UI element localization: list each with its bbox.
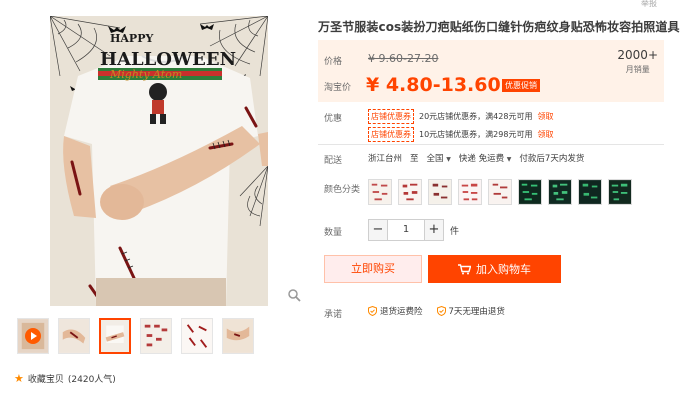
favorite-link[interactable]: ★ 收藏宝贝 (2420人气) [14, 372, 116, 385]
color-swatch[interactable] [458, 179, 482, 205]
color-swatch[interactable] [518, 179, 542, 205]
chevron-down-icon: ▼ [506, 156, 512, 163]
shield-icon [368, 306, 377, 316]
original-price: ¥ 9.60-27.20 [368, 52, 439, 65]
guarantee-text: 7天无理由退货 [448, 307, 505, 317]
quantity-label: 数量 [324, 228, 343, 238]
color-options [368, 179, 632, 205]
ship-from: 浙江台州 [368, 154, 403, 164]
add-to-cart-button[interactable]: 加入购物车 [428, 255, 561, 283]
color-swatch[interactable] [368, 179, 392, 205]
monthly-sales: 2000+ 月销量 [617, 48, 658, 75]
star-icon: ★ [14, 372, 24, 385]
shipping-select[interactable]: 快递 免运费 ▼ [459, 152, 512, 164]
play-icon [25, 328, 41, 344]
add-to-cart-label: 加入购物车 [476, 263, 531, 276]
quantity-increase-button[interactable]: + [424, 219, 444, 241]
color-swatch[interactable] [398, 179, 422, 205]
sales-count: 2000+ [617, 48, 658, 62]
coupon-tag: 店铺优惠券 [368, 109, 414, 124]
shipping-value: 快递 免运费 [458, 154, 505, 164]
guarantee-list: 退货运费险 7天无理由退货 [368, 305, 505, 317]
thumbnail-2[interactable] [58, 318, 90, 354]
thumbnail-4[interactable] [140, 318, 172, 354]
coupon-row: 店铺优惠券 20元店铺优惠券，满428元可用 领取 [368, 109, 553, 124]
guarantee-item[interactable]: 7天无理由退货 [436, 305, 505, 317]
guarantee-text: 退货运费险 [380, 307, 423, 317]
image-text-happy: HAPPY [110, 32, 153, 45]
coupon-text: 20元店铺优惠券，满428元可用 [419, 112, 533, 121]
color-swatch[interactable] [578, 179, 602, 205]
image-text-halloween: HALLOWEEN [100, 49, 236, 70]
ship-to-label: 至 [410, 154, 419, 164]
price-label: 价格 [324, 57, 343, 67]
product-title: 万圣节服装cos装扮刀疤贴纸伤口缝针伤疤纹身贴恐怖妆容拍照道具 [318, 20, 680, 34]
main-product-image[interactable]: HAPPY HALLOWEEN Mighty Atom [50, 16, 268, 306]
ship-to-value: 全国 [426, 154, 444, 164]
thumbnail-3-selected[interactable] [99, 318, 131, 354]
thumbnail-video[interactable] [17, 318, 49, 354]
shield-icon [436, 306, 446, 316]
report-link[interactable]: 举报 [641, 0, 657, 9]
promo-tag: 优惠促销 [502, 79, 540, 92]
claim-coupon-link[interactable]: 领取 [537, 111, 553, 122]
favorite-label: 收藏宝贝 [27, 375, 64, 385]
guarantee-label: 承诺 [324, 310, 343, 320]
quantity-unit: 件 [450, 226, 460, 237]
coupon-label: 优惠 [324, 114, 343, 124]
claim-coupon-link[interactable]: 领取 [537, 129, 553, 140]
delivery-row: 浙江台州 至 全国 ▼ 快递 免运费 ▼ 付款后7天内发货 [368, 152, 584, 164]
delivery-promise: 付款后7天内发货 [519, 154, 585, 164]
thumbnail-5[interactable] [181, 318, 213, 354]
image-text-mighty-atom: Mighty Atom [109, 68, 182, 81]
chevron-down-icon: ▼ [446, 156, 451, 163]
thumbnail-6[interactable] [222, 318, 254, 354]
quantity-stepper: − 1 + 件 [368, 219, 459, 241]
guarantee-item[interactable]: 退货运费险 [368, 305, 423, 317]
price-panel: 价格 ¥ 9.60-27.20 淘宝价 ¥ 4.80-13.60 优惠促销 20… [318, 40, 664, 102]
coupon-text: 10元店铺优惠券，满298元可用 [419, 130, 533, 139]
promo-price: ¥ 4.80-13.60 [366, 74, 501, 96]
divider [318, 144, 664, 145]
coupon-tag: 店铺优惠券 [368, 127, 414, 142]
color-label: 颜色分类 [324, 185, 361, 195]
taobao-price-label: 淘宝价 [324, 83, 352, 93]
ship-to-select[interactable]: 全国 ▼ [427, 152, 451, 164]
favorite-count: (2420人气) [67, 375, 116, 385]
cart-icon [458, 263, 471, 274]
sales-unit: 月销量 [625, 65, 650, 74]
buy-now-button[interactable]: 立即购买 [324, 255, 422, 283]
color-swatch[interactable] [608, 179, 632, 205]
thumbnail-strip [17, 318, 254, 354]
zoom-icon[interactable] [287, 288, 301, 302]
color-swatch[interactable] [488, 179, 512, 205]
quantity-input[interactable]: 1 [388, 219, 424, 241]
quantity-decrease-button[interactable]: − [368, 219, 388, 241]
color-swatch[interactable] [428, 179, 452, 205]
delivery-label: 配送 [324, 156, 343, 166]
coupon-row: 店铺优惠券 10元店铺优惠券，满298元可用 领取 [368, 127, 553, 142]
color-swatch[interactable] [548, 179, 572, 205]
